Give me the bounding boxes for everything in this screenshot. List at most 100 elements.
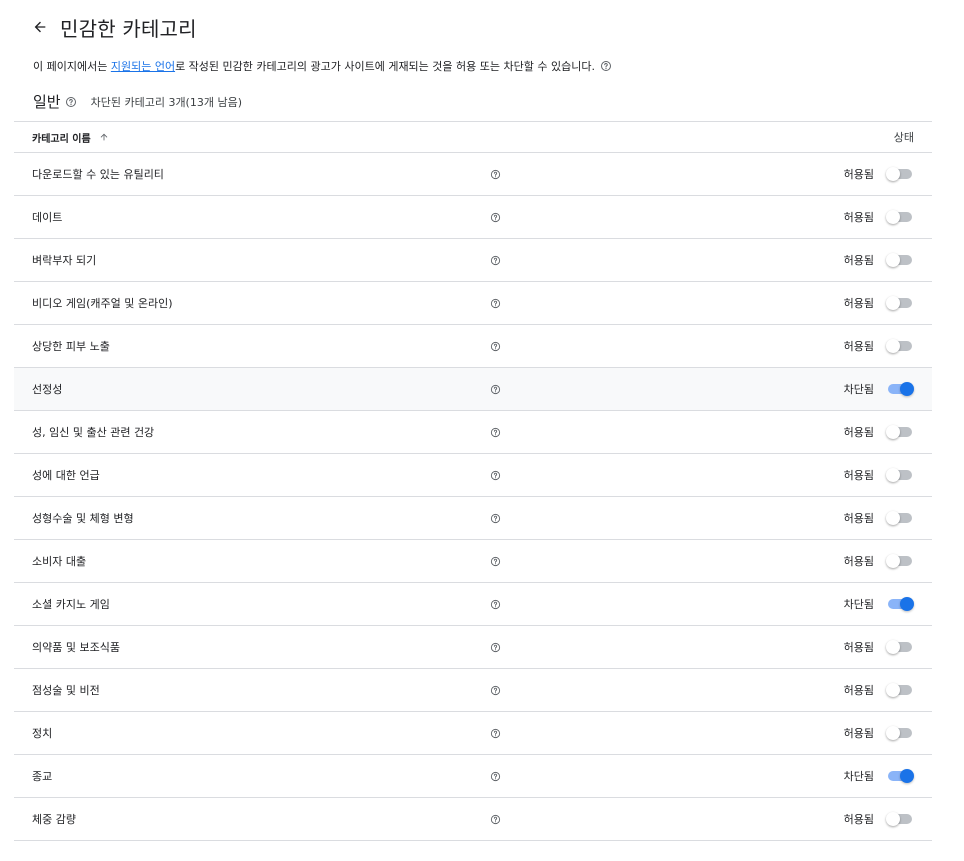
supported-languages-link[interactable]: 지원되는 언어: [111, 58, 175, 74]
help-icon[interactable]: [490, 384, 501, 395]
toggle-thumb: [900, 769, 914, 783]
block-toggle[interactable]: [886, 768, 914, 784]
block-toggle[interactable]: [886, 553, 914, 569]
block-toggle[interactable]: [886, 639, 914, 655]
help-icon[interactable]: [490, 341, 501, 352]
help-icon[interactable]: [490, 169, 501, 180]
arrow-upward-icon: [99, 132, 109, 142]
category-name: 소비자 대출: [32, 555, 87, 568]
help-icon[interactable]: [490, 642, 501, 653]
page-title: 민감한 카테고리: [60, 16, 197, 41]
category-name: 정치: [32, 727, 53, 740]
table-row: 소비자 대출 허용됨: [14, 540, 932, 583]
help-icon[interactable]: [490, 556, 501, 567]
status-label: 허용됨: [843, 641, 874, 654]
block-toggle[interactable]: [886, 510, 914, 526]
help-icon[interactable]: [490, 513, 501, 524]
block-toggle[interactable]: [886, 467, 914, 483]
column-name-label: 카테고리 이름: [32, 133, 91, 145]
category-name: 소셜 카지노 게임: [32, 598, 110, 611]
help-icon[interactable]: [490, 599, 501, 610]
toggle-thumb: [886, 683, 900, 697]
toggle-thumb: [886, 210, 900, 224]
status-label: 허용됨: [843, 555, 874, 568]
category-name: 의약품 및 보조식품: [32, 641, 120, 654]
section-title: 일반: [33, 93, 61, 111]
table-row: 점성술 및 비전 허용됨: [14, 669, 932, 712]
table-row: 소셜 카지노 게임 차단됨: [14, 583, 932, 626]
table-row: 성형수술 및 체형 변형 허용됨: [14, 497, 932, 540]
block-toggle[interactable]: [886, 295, 914, 311]
help-icon[interactable]: [490, 771, 501, 782]
block-toggle[interactable]: [886, 381, 914, 397]
block-toggle[interactable]: [886, 725, 914, 741]
status-label: 허용됨: [843, 469, 874, 482]
category-name: 상당한 피부 노출: [32, 340, 110, 353]
table-row: 의약품 및 보조식품 허용됨: [14, 626, 932, 669]
category-name: 성에 대한 언급: [32, 469, 100, 482]
help-icon[interactable]: [490, 470, 501, 481]
table-row: 성에 대한 언급 허용됨: [14, 454, 932, 497]
table-row: 종교 차단됨: [14, 755, 932, 798]
toggle-thumb: [900, 597, 914, 611]
block-toggle[interactable]: [886, 338, 914, 354]
status-label: 허용됨: [843, 813, 874, 826]
page-description: 이 페이지에서는 지원되는 언어 로 작성된 민감한 카테고리의 광고가 사이트…: [33, 58, 612, 74]
help-icon[interactable]: [600, 60, 612, 72]
help-icon[interactable]: [490, 212, 501, 223]
status-label: 허용됨: [843, 426, 874, 439]
description-suffix: 로 작성된 민감한 카테고리의 광고가 사이트에 게재되는 것을 허용 또는 차…: [175, 60, 595, 73]
status-label: 허용됨: [843, 512, 874, 525]
block-toggle[interactable]: [886, 166, 914, 182]
toggle-thumb: [886, 812, 900, 826]
table-row: 성, 임신 및 출산 관련 건강 허용됨: [14, 411, 932, 454]
status-label: 허용됨: [843, 211, 874, 224]
help-icon[interactable]: [490, 685, 501, 696]
toggle-thumb: [886, 253, 900, 267]
toggle-thumb: [886, 339, 900, 353]
table-body: 다운로드할 수 있는 유틸리티 허용됨 데이트 허용됨 벼락부자 되기 허용됨 비디오 게임…: [14, 153, 932, 841]
help-icon[interactable]: [490, 298, 501, 309]
page-header: 민감한 카테고리: [30, 12, 197, 42]
toggle-thumb: [886, 167, 900, 181]
table-row: 상당한 피부 노출 허용됨: [14, 325, 932, 368]
status-label: 허용됨: [843, 340, 874, 353]
category-table: 카테고리 이름 상태 다운로드할 수 있는 유틸리티 허용됨 데이트 허용됨 벼락부자 …: [14, 121, 932, 841]
column-header-status: 상태: [893, 131, 914, 144]
table-row: 벼락부자 되기 허용됨: [14, 239, 932, 282]
status-label: 허용됨: [843, 297, 874, 310]
toggle-thumb: [886, 640, 900, 654]
table-row: 데이트 허용됨: [14, 196, 932, 239]
table-row: 정치 허용됨: [14, 712, 932, 755]
block-toggle[interactable]: [886, 682, 914, 698]
category-name: 선정성: [32, 383, 63, 396]
column-header-name[interactable]: 카테고리 이름: [32, 130, 109, 145]
toggle-thumb: [886, 726, 900, 740]
block-toggle[interactable]: [886, 596, 914, 612]
arrow-back-icon[interactable]: [30, 17, 50, 37]
block-toggle[interactable]: [886, 209, 914, 225]
table-row: 선정성 차단됨: [14, 368, 932, 411]
block-toggle[interactable]: [886, 252, 914, 268]
category-name: 종교: [32, 770, 53, 783]
block-toggle[interactable]: [886, 424, 914, 440]
table-header: 카테고리 이름 상태: [14, 122, 932, 153]
toggle-thumb: [886, 296, 900, 310]
help-icon[interactable]: [490, 427, 501, 438]
status-label: 허용됨: [843, 254, 874, 267]
section-general: 일반 차단된 카테고리 3개(13개 남음): [33, 91, 242, 112]
help-icon[interactable]: [490, 814, 501, 825]
help-icon[interactable]: [490, 728, 501, 739]
description-prefix: 이 페이지에서는: [33, 60, 111, 73]
category-name: 성, 임신 및 출산 관련 건강: [32, 426, 155, 439]
help-icon[interactable]: [490, 255, 501, 266]
status-label: 허용됨: [843, 684, 874, 697]
help-icon[interactable]: [65, 96, 77, 108]
block-toggle[interactable]: [886, 811, 914, 827]
category-name: 다운로드할 수 있는 유틸리티: [32, 168, 164, 181]
toggle-thumb: [886, 554, 900, 568]
category-name: 성형수술 및 체형 변형: [32, 512, 134, 525]
toggle-thumb: [886, 425, 900, 439]
status-label: 허용됨: [843, 727, 874, 740]
category-name: 데이트: [32, 211, 63, 224]
